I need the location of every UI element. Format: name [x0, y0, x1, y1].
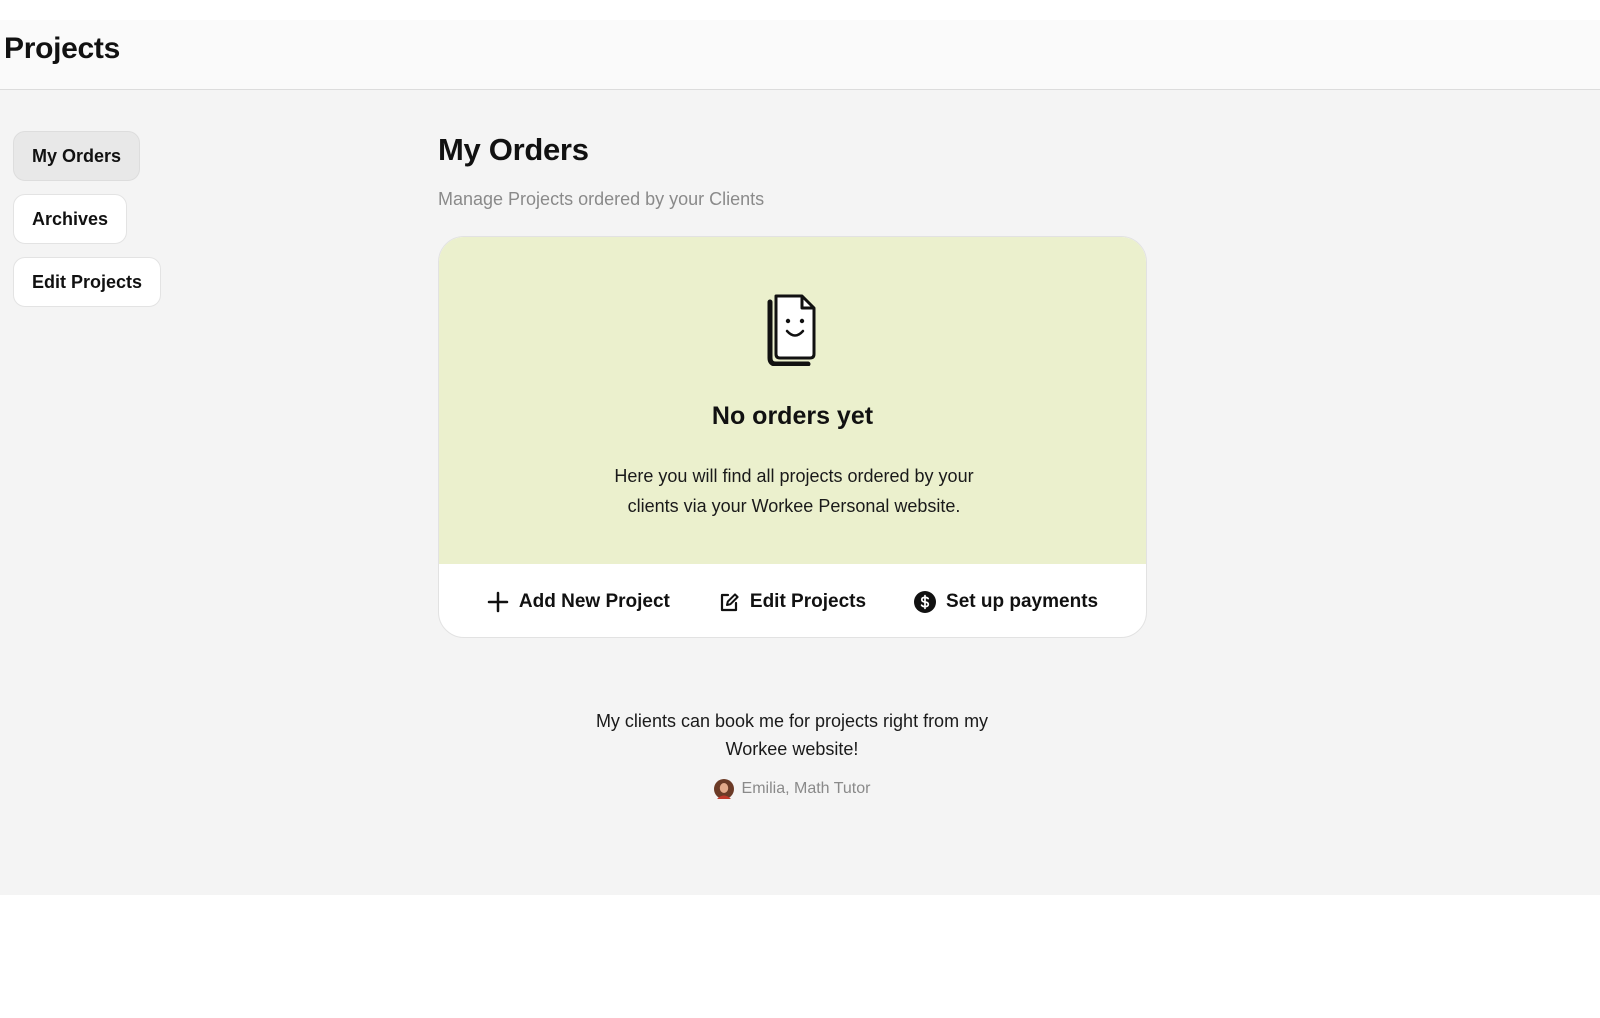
- orders-empty-card: No orders yet Here you will find all pro…: [438, 236, 1147, 638]
- avatar: [713, 779, 734, 799]
- empty-state-panel: No orders yet Here you will find all pro…: [439, 237, 1146, 564]
- set-up-payments-label: Set up payments: [946, 590, 1099, 612]
- sidebar-item-label: Edit Projects: [32, 271, 143, 292]
- page-header: Projects: [0, 20, 1600, 90]
- sidebar-item-label: My Orders: [32, 145, 122, 166]
- edit-projects-label: Edit Projects: [749, 590, 867, 612]
- testimonial-quote: My clients can book me for projects righ…: [595, 711, 989, 759]
- add-new-project-button[interactable]: Add New Project: [487, 591, 670, 613]
- sidebar-item-label: Archives: [32, 208, 109, 229]
- plus-icon: [487, 591, 509, 612]
- author-name: Emilia, Math Tutor: [741, 780, 871, 797]
- empty-state-title: No orders yet: [711, 402, 874, 430]
- sidebar-item-my-orders[interactable]: My Orders: [13, 131, 141, 181]
- edit-projects-button[interactable]: Edit Projects: [718, 591, 866, 613]
- dollar-icon: [914, 590, 937, 613]
- empty-state-description: Here you will find all projects ordered …: [614, 466, 974, 516]
- edit-icon: [720, 592, 739, 611]
- add-new-project-label: Add New Project: [518, 590, 670, 612]
- page-title: Projects: [4, 32, 120, 65]
- testimonial-author: Emilia, Math Tutor: [592, 779, 992, 799]
- section-subtitle: Manage Projects ordered by your Clients: [438, 189, 765, 209]
- sidebar-item-archives[interactable]: Archives: [13, 194, 128, 244]
- sidebar-item-edit-projects[interactable]: Edit Projects: [13, 257, 162, 307]
- card-actions: Add New Project Edit Projects Set up pay…: [439, 564, 1146, 637]
- set-up-payments-button[interactable]: Set up payments: [914, 590, 1099, 613]
- section-title: My Orders: [438, 132, 589, 167]
- smiling-document-icon: [767, 294, 816, 366]
